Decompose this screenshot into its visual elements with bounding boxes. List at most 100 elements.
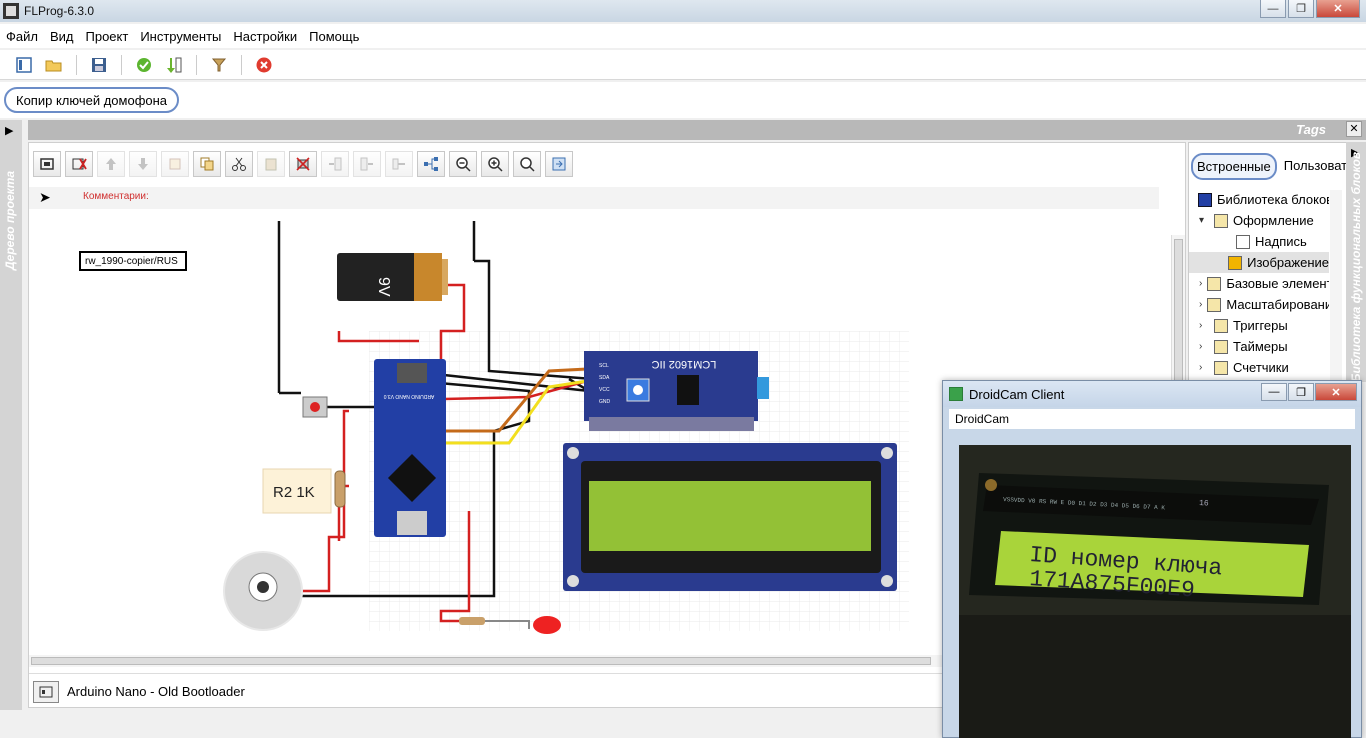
library-tabs: Встроенные Пользоват [1191, 153, 1352, 180]
menu-droidcam[interactable]: DroidCam [955, 412, 1009, 426]
chevron-right-icon: › [1199, 362, 1203, 373]
minimize-button[interactable]: — [1260, 0, 1286, 18]
paste-button[interactable] [257, 151, 285, 177]
tree-item-base[interactable]: › Базовые элементы [1189, 273, 1329, 294]
board-icon [40, 158, 54, 170]
chevron-right-icon: › [1199, 299, 1203, 310]
add-board-button[interactable] [33, 151, 61, 177]
paste-icon [265, 158, 277, 171]
zoom-in-button[interactable] [481, 151, 509, 177]
library-tree: Библиотека блоков ▾ Оформление Надпись И… [1189, 189, 1329, 378]
library-scrollbar[interactable] [1330, 190, 1342, 380]
close-button[interactable]: ✕ [1316, 0, 1360, 18]
export-button[interactable] [545, 151, 573, 177]
maximize-button[interactable]: ❐ [1288, 383, 1314, 401]
insert-right-button[interactable] [353, 151, 381, 177]
tree-item-timers[interactable]: › Таймеры [1189, 336, 1329, 357]
tree-item-label: Надпись [1255, 234, 1307, 249]
project-tab-bar: Копир ключей домофона [0, 82, 1366, 118]
project-tab[interactable]: Копир ключей домофона [4, 87, 180, 113]
tags-label: Tags [1296, 122, 1326, 137]
zoom-fit-button[interactable] [513, 151, 541, 177]
battery-label: 9V [375, 277, 392, 297]
resistor-r2: R2 1K [262, 468, 346, 514]
tree-item-counters[interactable]: › Счетчики [1189, 357, 1329, 378]
tags-panel-header: Tags ✕ [28, 120, 1366, 140]
tree-item-label-block[interactable]: Надпись [1189, 231, 1329, 252]
block-icon [1207, 297, 1222, 312]
camera-feed: VSSVDD V0 RS RW E D0 D1 D2 D3 D4 D5 D6 D… [959, 445, 1351, 738]
cut-button[interactable] [225, 151, 253, 177]
delete-button[interactable] [289, 151, 317, 177]
branch-button[interactable] [385, 151, 413, 177]
tree-item-scaling[interactable]: › Масштабирование [1189, 294, 1329, 315]
block-icon [1214, 318, 1228, 333]
scissors-icon [232, 157, 246, 171]
main-toolbar [0, 50, 1366, 80]
move-down-button[interactable] [129, 151, 157, 177]
minimize-button[interactable]: — [1261, 383, 1287, 401]
arrow-up-icon [106, 158, 116, 170]
pin-scl: SCL [599, 363, 609, 369]
upload-button[interactable] [162, 53, 186, 77]
branch-icon [392, 158, 405, 170]
save-button[interactable] [87, 53, 111, 77]
insert-right-icon [360, 157, 373, 171]
tab-builtin[interactable]: Встроенные [1191, 153, 1277, 180]
stop-button[interactable] [252, 53, 276, 77]
close-button[interactable]: ✕ [1315, 383, 1357, 401]
insert-left-button[interactable] [321, 151, 349, 177]
verify-button[interactable] [132, 53, 156, 77]
library-side-panel[interactable]: ▶ Библиотека функциональных блоков [1346, 142, 1366, 382]
pin-gnd: GND [599, 399, 611, 405]
chevron-down-icon: ▾ [1199, 215, 1205, 226]
maximize-button[interactable]: ❐ [1288, 0, 1314, 18]
upload-icon [167, 57, 182, 73]
chevron-right-icon: › [1199, 278, 1203, 289]
funnel-icon [211, 58, 227, 71]
new-project-button[interactable] [12, 53, 36, 77]
delete-board-button[interactable] [65, 151, 93, 177]
droidcam-window: DroidCam Client — ❐ ✕ DroidCam VSSVDD V0… [942, 380, 1362, 738]
battery-9v: 9V [337, 253, 448, 301]
menu-file[interactable]: Файл [6, 29, 38, 44]
copy-button[interactable] [193, 151, 221, 177]
open-project-button[interactable] [42, 53, 66, 77]
push-button [302, 396, 328, 418]
schematic-name-box: rw_1990-copier/RUS [79, 251, 187, 271]
pin-sda: SDA [599, 375, 610, 381]
window-controls: — ❐ ✕ [1260, 0, 1360, 18]
menu-help[interactable]: Помощь [309, 29, 359, 44]
board-label: Arduino Nano - Old Bootloader [67, 684, 245, 699]
window-title: FLProg-6.3.0 [24, 4, 95, 18]
settings-button[interactable] [207, 53, 231, 77]
board-select-icon[interactable] [33, 680, 59, 703]
properties-button[interactable] [161, 151, 189, 177]
menu-tools[interactable]: Инструменты [140, 29, 221, 44]
menu-view[interactable]: Вид [50, 29, 74, 44]
tree-root-library[interactable]: Библиотека блоков [1189, 189, 1329, 210]
comment-bar: ➤ Комментарии: [29, 187, 1159, 209]
zoom-out-button[interactable] [449, 151, 477, 177]
tree-item-label: Оформление [1233, 213, 1314, 228]
menu-settings[interactable]: Настройки [233, 29, 297, 44]
tree-item-triggers[interactable]: › Триггеры [1189, 315, 1329, 336]
project-tree-panel[interactable]: ▶ Дерево проекта [0, 120, 22, 710]
comment-label[interactable]: Комментарии: [83, 191, 149, 202]
tree-item-design[interactable]: ▾ Оформление [1189, 210, 1329, 231]
panel-close-icon[interactable]: ✕ [1346, 121, 1362, 137]
tree-item-image[interactable]: Изображение [1189, 252, 1329, 273]
tree-item-label: Счетчики [1233, 360, 1289, 375]
move-up-button[interactable] [97, 151, 125, 177]
menu-project[interactable]: Проект [86, 29, 129, 44]
tree-view-button[interactable] [417, 151, 445, 177]
resistor-label: R2 1K [273, 484, 315, 501]
editor-toolbar [29, 151, 573, 179]
delete-chip-icon [296, 157, 310, 171]
app-icon [3, 3, 19, 19]
tab-user[interactable]: Пользоват [1279, 153, 1352, 180]
folder-icon [1214, 213, 1228, 228]
lcd-pin16: 16 [1199, 499, 1209, 509]
scroll-thumb[interactable] [31, 657, 931, 665]
menu-bar: Файл Вид Проект Инструменты Настройки По… [0, 24, 1366, 48]
